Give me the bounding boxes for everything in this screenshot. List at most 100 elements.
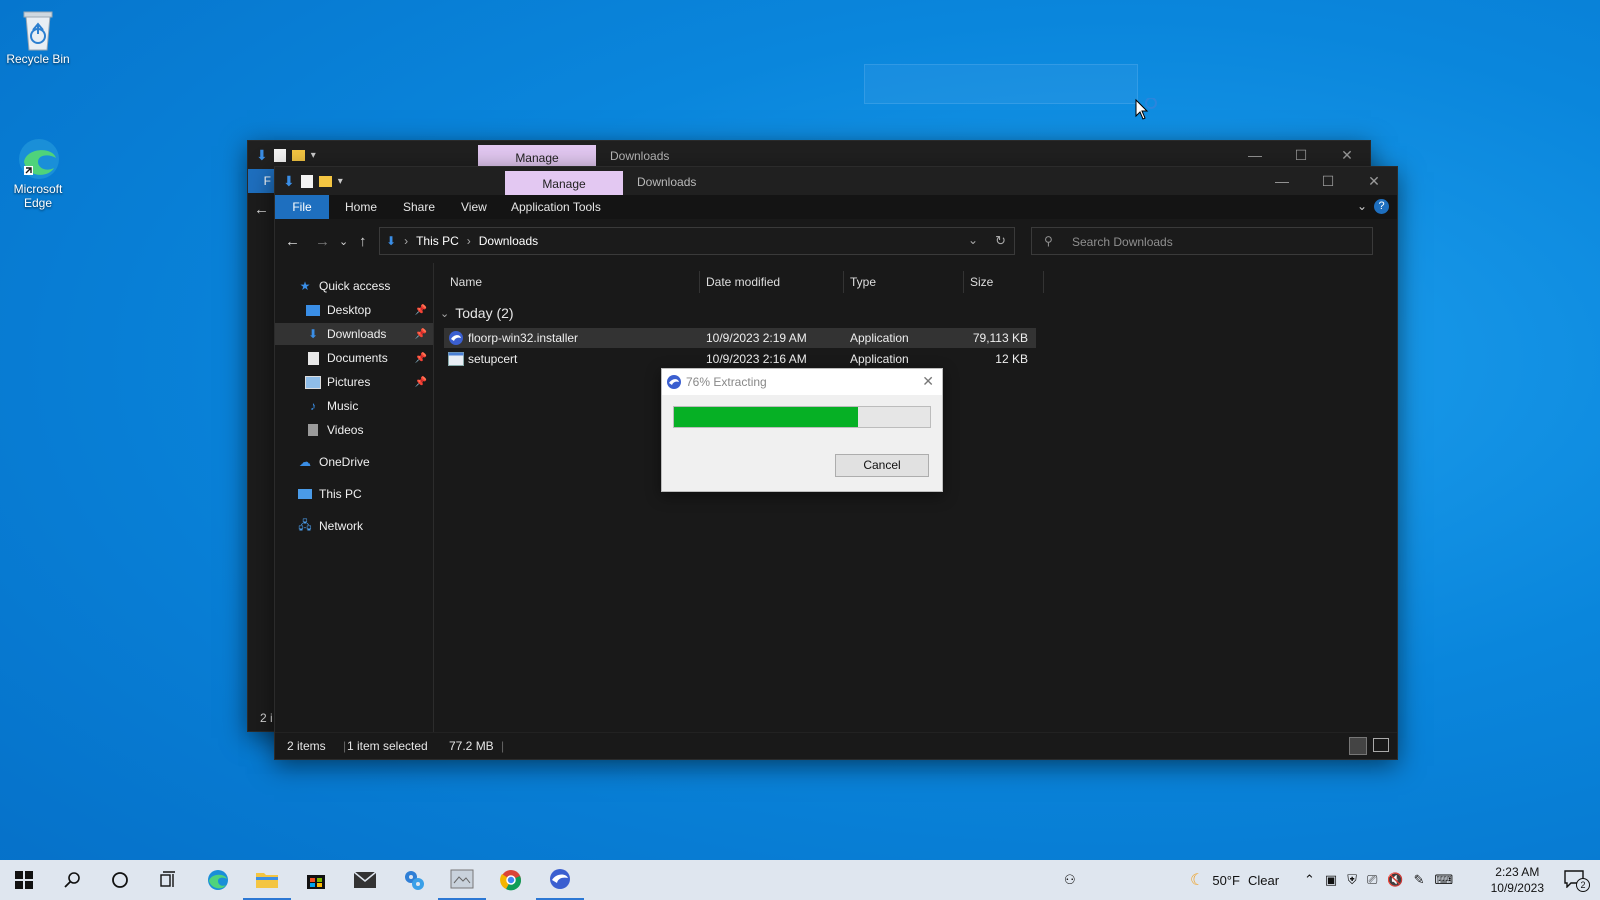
properties-icon[interactable] xyxy=(273,149,286,162)
column-header-name[interactable]: Name xyxy=(444,271,700,293)
nav-desktop[interactable]: Desktop 📌 xyxy=(275,299,433,321)
nav-music[interactable]: ♪ Music xyxy=(275,395,433,417)
keyboard-icon[interactable]: ⌨ xyxy=(1434,872,1453,888)
table-row[interactable]: setupcert 10/9/2023 2:16 AM Application … xyxy=(444,349,1036,369)
tab-home[interactable]: Home xyxy=(333,195,389,219)
window-controls: — ☐ ✕ xyxy=(1232,141,1370,169)
pin-icon[interactable]: 📌 xyxy=(415,305,427,316)
breadcrumb-separator-icon[interactable]: › xyxy=(467,234,471,248)
nav-quick-access[interactable]: ★ Quick access xyxy=(275,275,433,297)
taskbar-edge[interactable] xyxy=(194,860,242,900)
tab-file[interactable]: File xyxy=(275,195,329,219)
nav-videos[interactable]: Videos xyxy=(275,419,433,441)
taskbar-store[interactable] xyxy=(292,860,340,900)
taskbar-file-explorer[interactable] xyxy=(243,860,291,900)
nav-downloads[interactable]: ⬇ Downloads 📌 xyxy=(275,323,433,345)
chevron-up-icon[interactable]: ⌃ xyxy=(1304,872,1315,888)
refresh-icon[interactable]: ↻ xyxy=(995,233,1006,249)
task-view-icon xyxy=(160,871,175,887)
properties-icon[interactable] xyxy=(300,175,313,188)
group-header[interactable]: ⌄ Today (2) xyxy=(440,305,514,321)
chevron-down-icon[interactable]: ⌄ xyxy=(440,307,449,320)
chevron-down-icon[interactable]: ▾ xyxy=(338,176,343,187)
tab-application-tools[interactable]: Application Tools xyxy=(499,195,613,219)
security-icon[interactable]: ⛨ xyxy=(1347,872,1357,888)
download-arrow-icon[interactable]: ⬇ xyxy=(256,147,268,164)
search-button[interactable] xyxy=(48,860,96,900)
pin-icon[interactable]: 📌 xyxy=(415,329,427,340)
documents-icon xyxy=(305,350,321,366)
network-tray-icon[interactable]: ⎚ xyxy=(1367,872,1377,888)
download-arrow-icon[interactable]: ⬇ xyxy=(283,173,295,190)
nav-onedrive[interactable]: ☁ OneDrive xyxy=(275,451,433,473)
chevron-down-icon[interactable]: ▾ xyxy=(311,150,316,161)
maximize-icon[interactable]: ☐ xyxy=(1305,167,1351,195)
ribbon-file-tab[interactable]: F xyxy=(248,169,274,193)
downloads-folder-icon: ⬇ xyxy=(386,234,397,248)
taskbar-chrome[interactable] xyxy=(487,860,535,900)
meet-now-icon[interactable]: ▣ xyxy=(1325,872,1337,888)
extracting-dialog[interactable]: 76% Extracting ✕ Cancel xyxy=(661,368,943,492)
downloads-folder-icon: ⬇ xyxy=(307,327,319,341)
table-row[interactable]: floorp-win32.installer 10/9/2023 2:19 AM… xyxy=(444,328,1036,348)
tab-manage[interactable]: Manage xyxy=(505,171,623,195)
breadcrumb-separator-icon[interactable]: › xyxy=(404,234,408,248)
new-folder-icon[interactable] xyxy=(291,150,305,161)
taskbar-floorp[interactable] xyxy=(536,860,584,900)
close-icon[interactable]: ✕ xyxy=(1324,141,1370,169)
address-bar[interactable]: ⬇ › This PC › Downloads ⌄ ↻ xyxy=(379,227,1015,255)
volume-muted-icon[interactable]: 🔇 xyxy=(1387,872,1403,888)
back-arrow-icon[interactable]: ← xyxy=(285,233,300,250)
pin-icon[interactable]: 📌 xyxy=(415,353,427,364)
titlebar[interactable]: ⬇ ▾ Manage Downloads — ☐ ✕ xyxy=(248,141,1370,169)
recent-locations-chevron-icon[interactable]: ⌄ xyxy=(339,235,348,248)
address-dropdown-icon[interactable]: ⌄ xyxy=(968,233,978,247)
taskbar-app-window[interactable] xyxy=(438,860,486,900)
maximize-icon[interactable]: ☐ xyxy=(1278,141,1324,169)
breadcrumb-this-pc[interactable]: This PC xyxy=(416,234,459,248)
dialog-titlebar[interactable]: 76% Extracting ✕ xyxy=(662,369,942,395)
tab-view[interactable]: View xyxy=(449,195,499,219)
clock[interactable]: 2:23 AM 10/9/2023 xyxy=(1491,864,1544,896)
details-view-icon[interactable] xyxy=(1349,737,1367,755)
nav-network[interactable]: 🖧 Network xyxy=(275,515,433,537)
tab-share[interactable]: Share xyxy=(391,195,447,219)
nav-this-pc[interactable]: This PC xyxy=(275,483,433,505)
pen-icon[interactable]: ✎ xyxy=(1414,872,1425,888)
breadcrumb-downloads[interactable]: Downloads xyxy=(479,234,538,248)
start-button[interactable] xyxy=(0,860,48,900)
column-header-date-modified[interactable]: Date modified xyxy=(700,271,844,293)
new-folder-icon[interactable] xyxy=(318,176,332,187)
desktop-icon-recycle-bin[interactable]: Recycle Bin xyxy=(0,6,76,66)
column-header-size[interactable]: Size xyxy=(964,271,1044,293)
notification-center[interactable]: 2 xyxy=(1564,870,1590,892)
close-icon[interactable]: ✕ xyxy=(1351,167,1397,195)
quick-access-toolbar: ⬇ ▾ xyxy=(283,173,343,190)
pictures-icon xyxy=(305,374,321,390)
nav-pictures[interactable]: Pictures 📌 xyxy=(275,371,433,393)
desktop-icon-edge[interactable]: Microsoft Edge xyxy=(0,108,76,224)
forward-arrow-icon[interactable]: → xyxy=(315,233,330,250)
back-arrow-icon[interactable]: ← xyxy=(254,201,269,218)
close-icon[interactable]: ✕ xyxy=(922,373,934,390)
minimize-icon[interactable]: — xyxy=(1232,141,1278,169)
ribbon-expand-icon[interactable]: ⌄ xyxy=(1357,199,1367,213)
taskbar-mail[interactable] xyxy=(341,860,389,900)
pin-icon[interactable]: 📌 xyxy=(415,377,427,388)
weather-widget[interactable]: ☾ 50°F Clear xyxy=(1190,860,1279,900)
cortana-button[interactable] xyxy=(96,860,144,900)
cancel-button[interactable]: Cancel xyxy=(835,454,929,477)
search-input[interactable]: ⚲ Search Downloads xyxy=(1031,227,1373,255)
clock-time: 2:23 AM xyxy=(1495,865,1540,879)
titlebar[interactable]: ⬇ ▾ Manage Downloads — ☐ ✕ xyxy=(275,167,1397,195)
taskbar-app-gears[interactable] xyxy=(390,860,438,900)
nav-documents[interactable]: Documents 📌 xyxy=(275,347,433,369)
column-header-type[interactable]: Type xyxy=(844,271,964,293)
large-icons-view-icon[interactable] xyxy=(1373,738,1389,752)
help-icon[interactable]: ? xyxy=(1374,199,1389,214)
task-view-button[interactable] xyxy=(144,860,192,900)
people-icon[interactable]: ⚇ xyxy=(1064,860,1076,900)
up-arrow-icon[interactable]: ↑ xyxy=(359,233,367,250)
application-icon xyxy=(448,352,464,369)
minimize-icon[interactable]: — xyxy=(1259,167,1305,195)
